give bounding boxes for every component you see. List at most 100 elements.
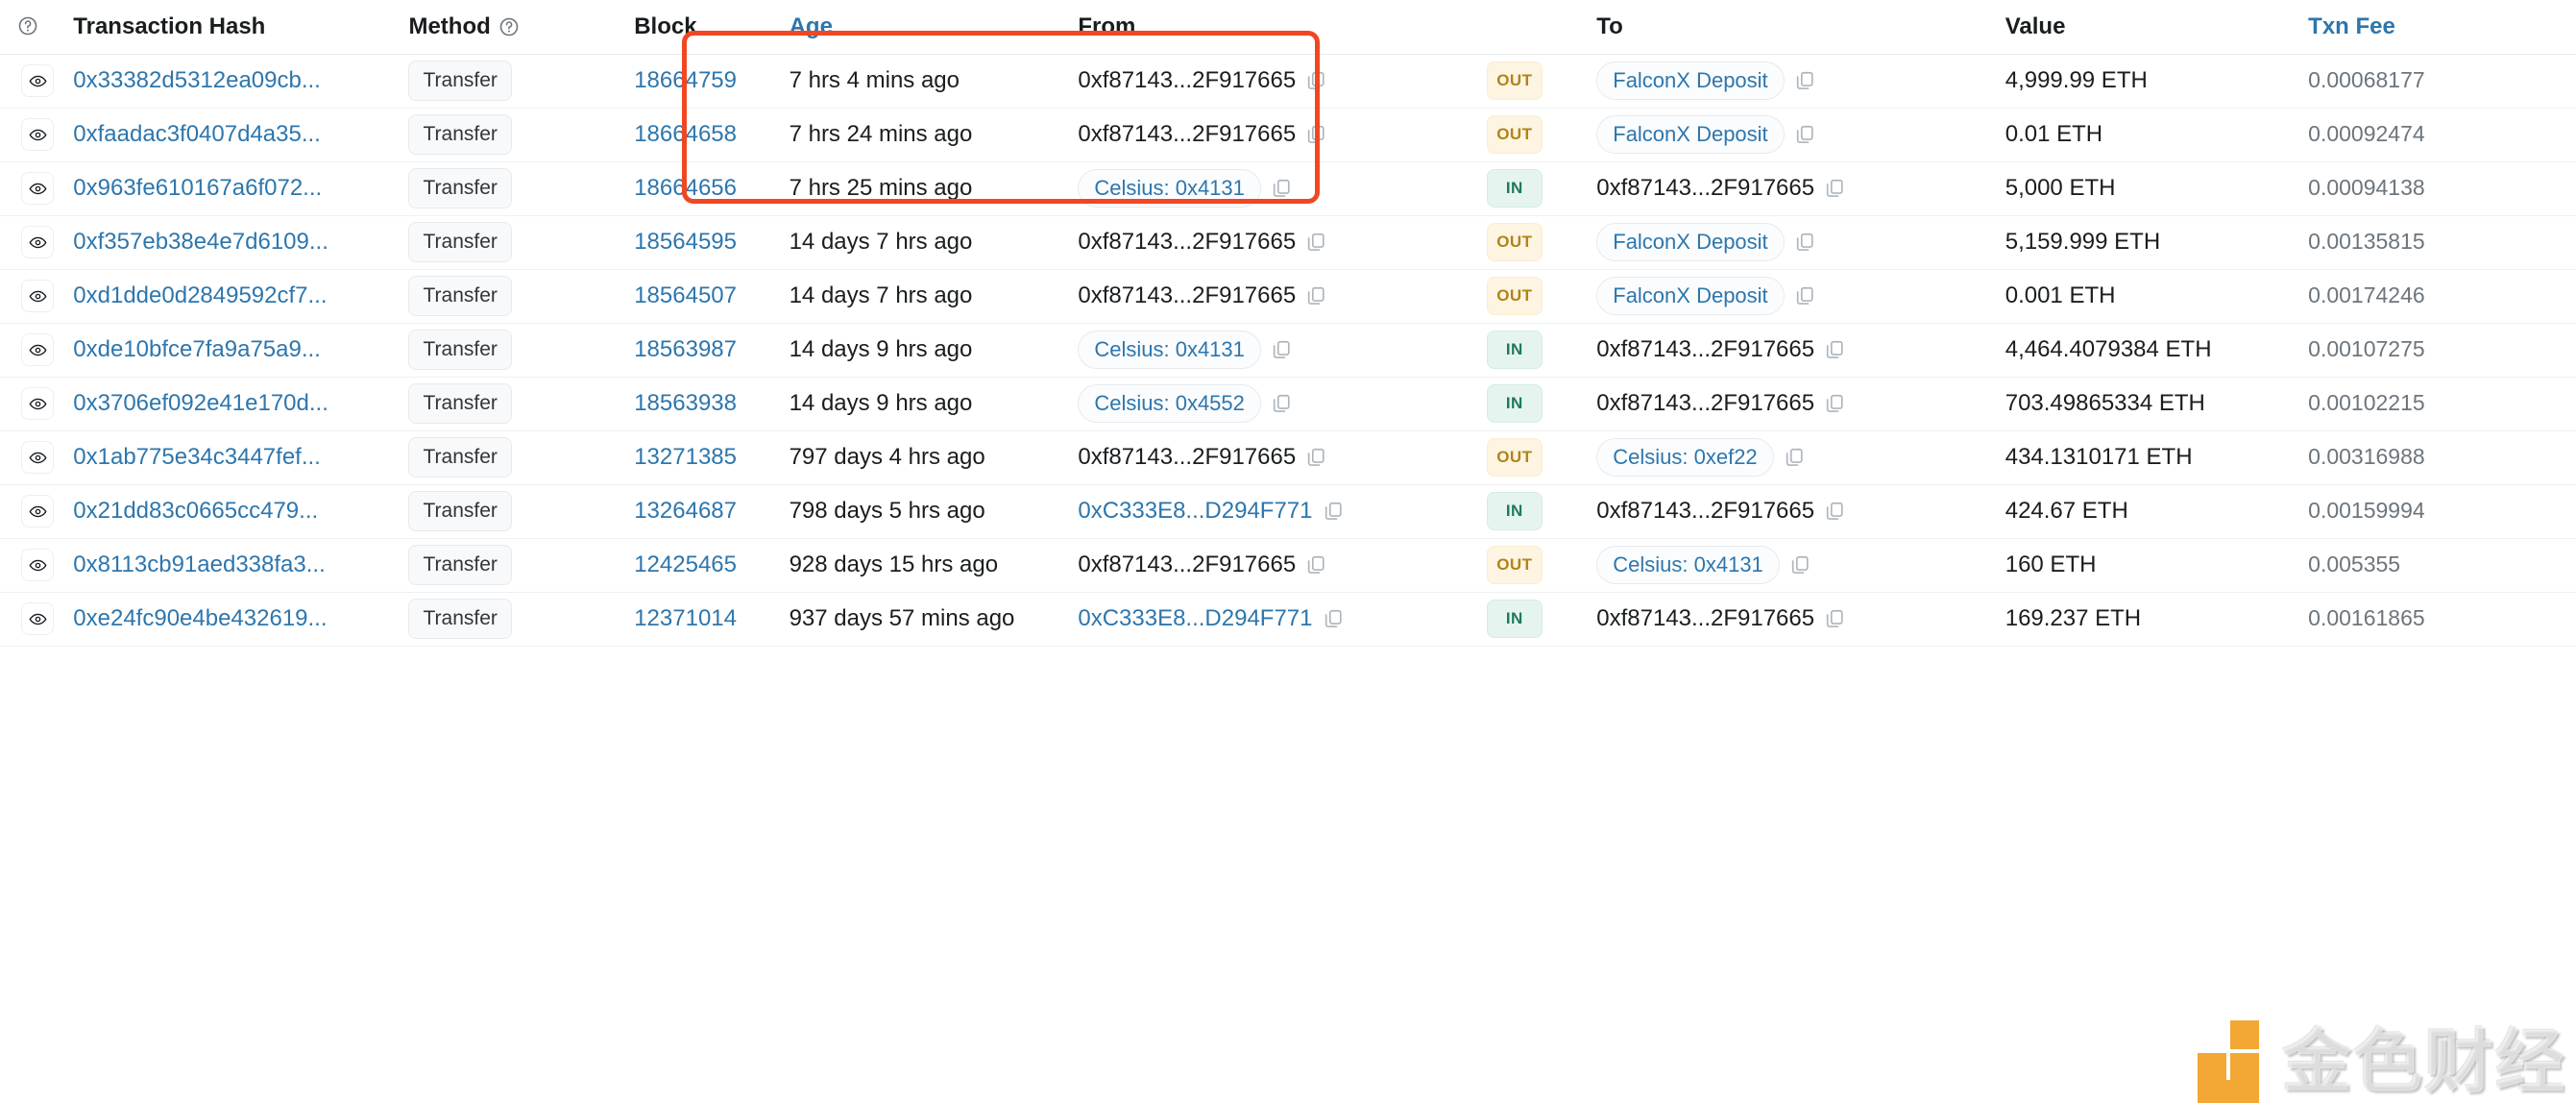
transaction-hash-link[interactable]: 0x21dd83c0665cc479... <box>73 498 318 524</box>
block-link[interactable]: 12371014 <box>634 605 737 631</box>
column-header-txn-fee[interactable]: Txn Fee <box>2308 0 2576 54</box>
method-chip[interactable]: Transfer <box>408 61 512 101</box>
copy-icon[interactable] <box>1794 124 1815 145</box>
value-cell: 169.237 ETH <box>2005 592 2308 646</box>
eye-icon[interactable] <box>21 280 54 312</box>
to-address-pill[interactable]: FalconX Deposit <box>1596 61 1785 100</box>
copy-icon[interactable] <box>1305 285 1326 306</box>
transaction-hash-link[interactable]: 0x1ab775e34c3447fef... <box>73 444 321 470</box>
method-chip[interactable]: Transfer <box>408 545 512 585</box>
to-address-pill[interactable]: FalconX Deposit <box>1596 277 1785 315</box>
transaction-hash-link[interactable]: 0xd1dde0d2849592cf7... <box>73 282 327 308</box>
block-link[interactable]: 18664658 <box>634 121 737 147</box>
transaction-hash-link[interactable]: 0xfaadac3f0407d4a35... <box>73 121 321 147</box>
direction-badge: IN <box>1486 384 1543 423</box>
method-chip[interactable]: Transfer <box>408 114 512 155</box>
value-text: 5,159.999 ETH <box>2005 229 2161 255</box>
eye-icon[interactable] <box>21 333 54 366</box>
from-cell: 0xf87143...2F917665 <box>1078 215 1486 269</box>
block-link[interactable]: 12425465 <box>634 552 737 577</box>
copy-icon[interactable] <box>1305 124 1326 145</box>
copy-icon[interactable] <box>1271 178 1292 199</box>
copy-icon[interactable] <box>1824 608 1845 629</box>
transaction-hash-link[interactable]: 0xf357eb38e4e7d6109... <box>73 229 328 255</box>
copy-icon[interactable] <box>1271 393 1292 414</box>
eye-icon[interactable] <box>21 226 54 258</box>
method-chip[interactable]: Transfer <box>408 222 512 262</box>
eye-icon[interactable] <box>21 172 54 205</box>
from-address-pill[interactable]: Celsius: 0x4552 <box>1078 384 1261 423</box>
block-link[interactable]: 18564595 <box>634 229 737 255</box>
block-link[interactable]: 18664759 <box>634 67 737 93</box>
copy-icon[interactable] <box>1305 447 1326 468</box>
from-address[interactable]: 0xC333E8...D294F771 <box>1078 498 1312 525</box>
txn-fee-cell: 0.00092474 <box>2308 108 2576 161</box>
method-chip[interactable]: Transfer <box>408 599 512 639</box>
transaction-hash-link[interactable]: 0x8113cb91aed338fa3... <box>73 552 325 577</box>
copy-icon[interactable] <box>1271 339 1292 360</box>
direction-cell: IN <box>1486 592 1596 646</box>
method-chip[interactable]: Transfer <box>408 168 512 208</box>
to-address-pill[interactable]: Celsius: 0x4131 <box>1596 546 1780 584</box>
method-chip[interactable]: Transfer <box>408 276 512 316</box>
transaction-hash-link[interactable]: 0x963fe610167a6f072... <box>73 175 322 201</box>
copy-icon[interactable] <box>1794 232 1815 253</box>
block-link[interactable]: 18563938 <box>634 390 737 416</box>
transaction-hash-link[interactable]: 0xde10bfce7fa9a75a9... <box>73 336 321 362</box>
block-link[interactable]: 18664656 <box>634 175 737 201</box>
method-chip[interactable]: Transfer <box>408 383 512 424</box>
copy-icon[interactable] <box>1794 285 1815 306</box>
help-circle-icon[interactable] <box>17 15 38 37</box>
age-text: 798 days 5 hrs ago <box>789 498 985 524</box>
direction-badge: OUT <box>1486 115 1543 154</box>
transaction-hash-link[interactable]: 0x33382d5312ea09cb... <box>73 67 321 93</box>
copy-icon[interactable] <box>1789 554 1810 576</box>
copy-icon[interactable] <box>1305 70 1326 91</box>
from-cell: 0xf87143...2F917665 <box>1078 269 1486 323</box>
copy-icon[interactable] <box>1824 501 1845 522</box>
column-header-label: Transaction Hash <box>73 12 266 39</box>
txn-fee-cell: 0.00107275 <box>2308 323 2576 377</box>
copy-icon[interactable] <box>1784 447 1805 468</box>
eye-icon[interactable] <box>21 441 54 474</box>
from-address[interactable]: 0xC333E8...D294F771 <box>1078 605 1312 632</box>
copy-icon[interactable] <box>1305 554 1326 576</box>
block-link[interactable]: 13271385 <box>634 444 737 470</box>
copy-icon[interactable] <box>1824 393 1845 414</box>
copy-icon[interactable] <box>1323 608 1344 629</box>
table-header: Transaction Hash Method Block Age From T… <box>0 0 2576 54</box>
eye-icon[interactable] <box>21 118 54 151</box>
value-text: 424.67 ETH <box>2005 498 2128 524</box>
copy-icon[interactable] <box>1824 178 1845 199</box>
to-cell: Celsius: 0xef22 <box>1596 430 2005 484</box>
copy-icon[interactable] <box>1824 339 1845 360</box>
eye-icon[interactable] <box>21 602 54 635</box>
method-chip[interactable]: Transfer <box>408 437 512 478</box>
direction-cell: OUT <box>1486 538 1596 592</box>
transaction-hash-link[interactable]: 0x3706ef092e41e170d... <box>73 390 328 416</box>
to-address-pill[interactable]: FalconX Deposit <box>1596 115 1785 154</box>
block-link[interactable]: 18563987 <box>634 336 737 362</box>
to-address-pill[interactable]: FalconX Deposit <box>1596 223 1785 261</box>
age-cell: 7 hrs 4 mins ago <box>790 54 1079 108</box>
txn-fee-text: 0.00316988 <box>2308 444 2425 469</box>
column-header-age[interactable]: Age <box>789 0 1079 54</box>
transaction-hash-cell: 0xe24fc90e4be432619... <box>73 592 408 646</box>
block-link[interactable]: 18564507 <box>634 282 737 308</box>
table-row: 0x21dd83c0665cc479... Transfer 13264687 798… <box>0 484 2576 538</box>
copy-icon[interactable] <box>1794 70 1815 91</box>
method-chip[interactable]: Transfer <box>408 491 512 531</box>
from-address-pill[interactable]: Celsius: 0x4131 <box>1078 331 1261 369</box>
help-circle-icon[interactable] <box>498 16 520 37</box>
eye-icon[interactable] <box>21 495 54 527</box>
eye-icon[interactable] <box>21 549 54 581</box>
copy-icon[interactable] <box>1305 232 1326 253</box>
eye-icon[interactable] <box>21 387 54 420</box>
from-address-pill[interactable]: Celsius: 0x4131 <box>1078 169 1261 208</box>
to-address-pill[interactable]: Celsius: 0xef22 <box>1596 438 1774 477</box>
block-link[interactable]: 13264687 <box>634 498 737 524</box>
eye-icon[interactable] <box>21 64 54 97</box>
method-chip[interactable]: Transfer <box>408 330 512 370</box>
transaction-hash-link[interactable]: 0xe24fc90e4be432619... <box>73 605 327 631</box>
copy-icon[interactable] <box>1323 501 1344 522</box>
